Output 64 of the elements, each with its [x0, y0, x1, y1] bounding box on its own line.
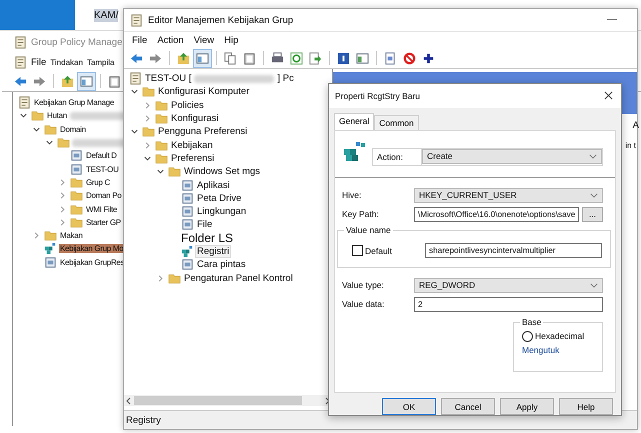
browse-button[interactable]: ...: [582, 206, 603, 222]
group-label: Base: [520, 316, 544, 327]
tree-item[interactable]: Policies: [170, 100, 205, 111]
status-text: Registry: [126, 414, 161, 426]
tree-item[interactable]: Domain: [59, 124, 87, 134]
tree-item-suffix: ] Pc: [276, 73, 295, 84]
tree-item[interactable]: Lingkungan: [196, 206, 248, 218]
tree-item[interactable]: File: [196, 219, 214, 230]
window-title: Group Policy Manage: [31, 36, 122, 48]
radio-label: Hexadecimal: [535, 331, 584, 342]
window-tab-title[interactable]: KAM/: [94, 8, 118, 22]
field-label: Value data:: [342, 299, 386, 310]
field-label: Value type:: [342, 280, 385, 290]
tree-item[interactable]: Makan: [59, 231, 84, 240]
checkbox-label: Default: [365, 246, 393, 256]
tree-item[interactable]: Preferensi: [170, 152, 216, 164]
window-title: Editor Manajemen Kebijakan Grup: [148, 14, 294, 26]
option-label: Mengutuk: [522, 344, 560, 355]
dialog-button[interactable]: Cancel: [441, 398, 495, 415]
description-text: in t: [625, 141, 636, 150]
key-path-field[interactable]: \Microsoft\Office\16.0\onenote\options\save: [414, 206, 579, 222]
value-data-field[interactable]: 2: [414, 296, 603, 312]
tree-item[interactable]: Konfigurasi Komputer: [157, 86, 250, 98]
field-label: Hive:: [342, 190, 362, 200]
dialog-button[interactable]: OK: [382, 398, 436, 415]
tree-item[interactable]: Default D: [85, 151, 118, 160]
tree-item[interactable]: Cara pintas: [196, 259, 247, 270]
dialog-title: Properti RcgtStry Baru: [335, 90, 420, 101]
hive-dropdown[interactable]: HKEY_CURRENT_USER: [414, 188, 603, 203]
menu-item[interactable]: View: [194, 34, 214, 46]
tree-item[interactable]: Starter GP: [85, 218, 122, 227]
tree-item[interactable]: Peta Drive: [196, 192, 242, 204]
value-type-dropdown[interactable]: REG_DWORD: [414, 278, 603, 293]
menu-item[interactable]: File: [132, 34, 148, 46]
dialog-button[interactable]: Help: [559, 398, 613, 415]
tree-item[interactable]: Windows Set mgs: [183, 166, 262, 178]
tree-item[interactable]: Konfigurasi: [170, 113, 220, 124]
value-name-field[interactable]: sharepointlivesyncintervalmultiplier: [425, 243, 602, 258]
dialog-button[interactable]: Apply: [500, 398, 554, 415]
tree-item[interactable]: Registri: [196, 246, 230, 257]
tree-item[interactable]: Folder LS: [180, 231, 234, 246]
tree-item[interactable]: Doman Po: [85, 191, 122, 200]
tree-item[interactable]: Pengguna Preferensi: [157, 126, 248, 138]
menu-item[interactable]: Tindakan: [50, 58, 83, 66]
tree-item[interactable]: Kebijakan Grup Mo: [59, 244, 124, 254]
field-label: Key Path:: [342, 209, 380, 220]
menu-item[interactable]: Action: [157, 34, 184, 46]
tree-item[interactable]: Hutan: [46, 111, 68, 120]
tree-item[interactable]: WMI Filte: [85, 204, 118, 214]
tab[interactable]: Common: [374, 114, 419, 130]
menu-item[interactable]: Tampila: [86, 58, 115, 66]
tree-item[interactable]: Aplikasi: [196, 180, 231, 191]
menu-item[interactable]: Hip: [224, 34, 238, 46]
tree-item[interactable]: Pengaturan Panel Kontrol: [183, 272, 294, 284]
column-heading: A: [632, 120, 639, 131]
menu-item[interactable]: File: [31, 56, 46, 68]
tab[interactable]: General: [334, 112, 374, 130]
tree-item[interactable]: TEST-OU [: [144, 73, 192, 84]
action-dropdown[interactable]: Create: [422, 148, 602, 164]
group-label: Value name: [344, 224, 393, 235]
tree-item[interactable]: Grup C: [85, 178, 111, 187]
tree-item[interactable]: Kebijakan Grup Manage: [33, 98, 115, 108]
tree-item[interactable]: Kebijakan: [170, 140, 214, 151]
tree-item[interactable]: TEST-OU: [85, 164, 120, 174]
